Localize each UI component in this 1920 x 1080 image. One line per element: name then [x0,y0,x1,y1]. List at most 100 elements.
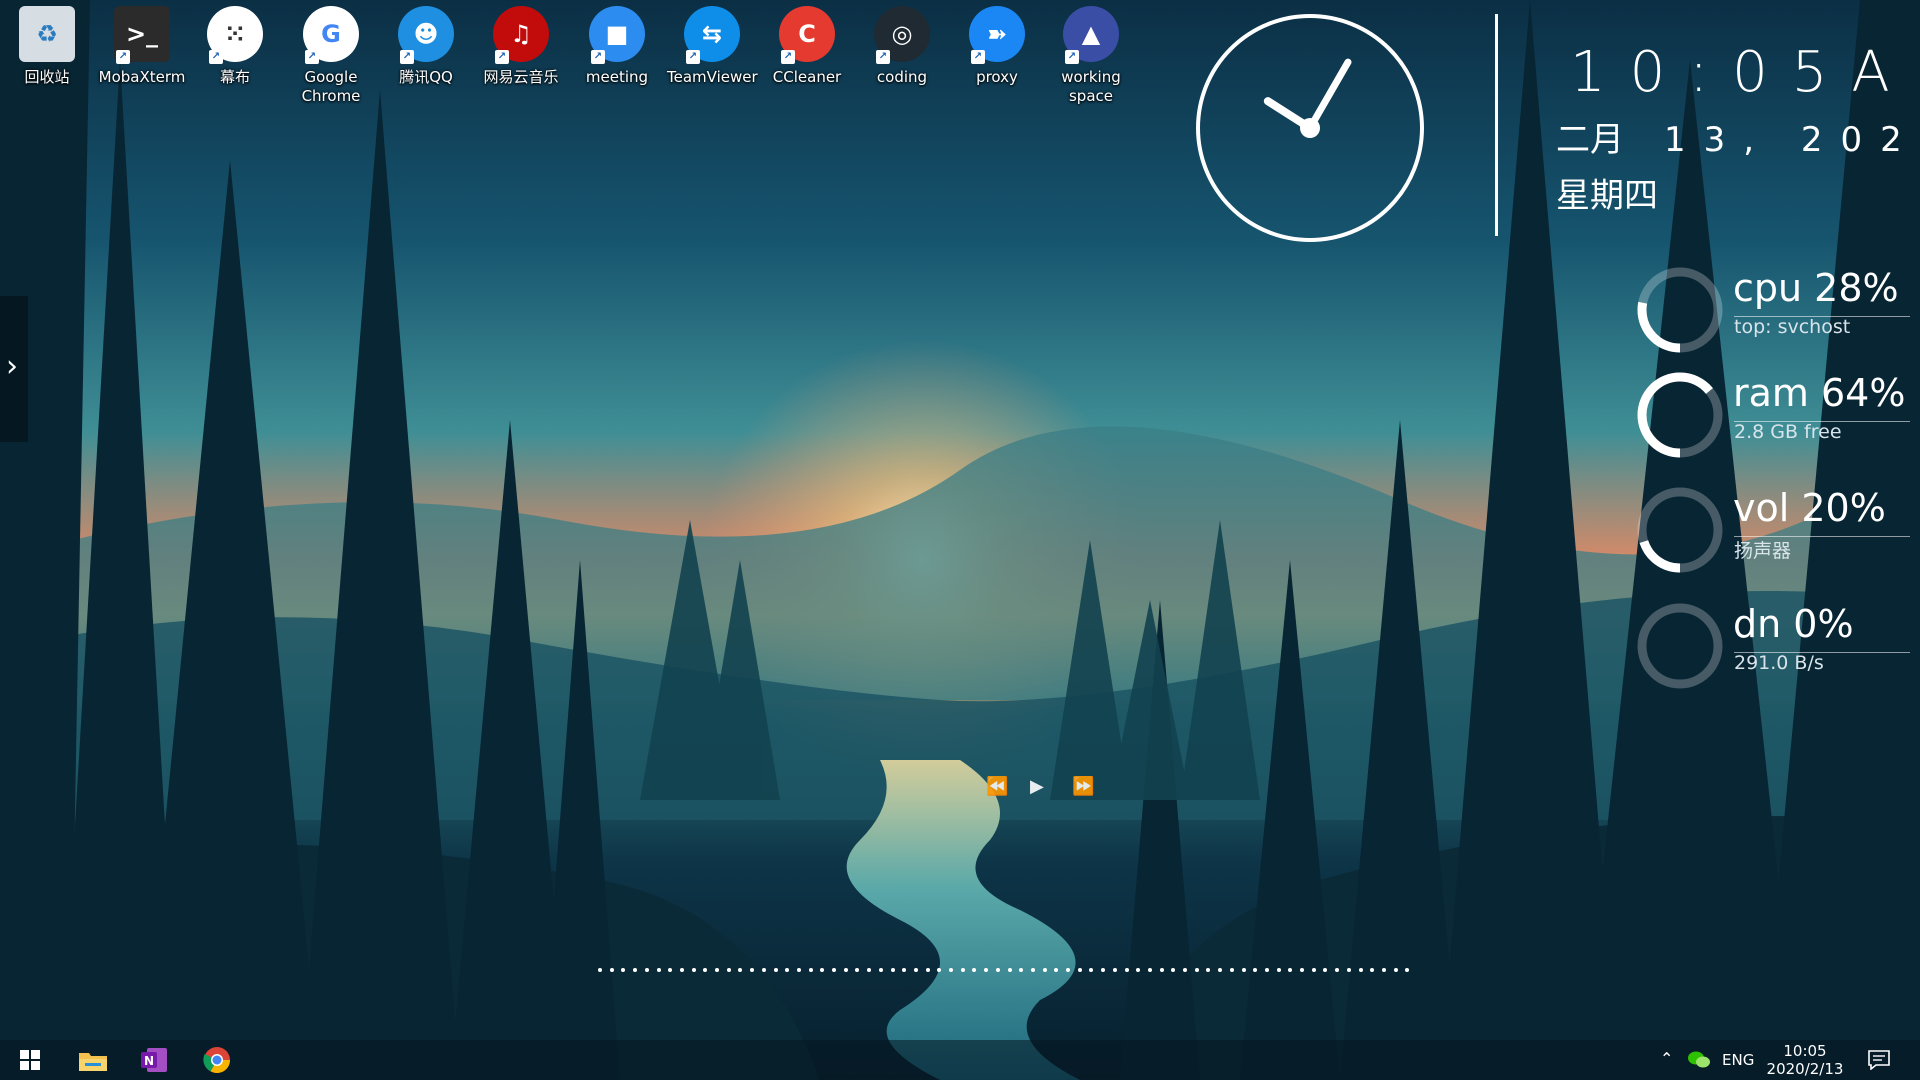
desktop-shortcut-label: 腾讯QQ [399,68,453,86]
visualizer-dot [1288,968,1293,972]
teamviewer-icon: ⇆ ↗ [684,6,740,64]
visualizer-dot [796,968,801,972]
visualizer-dot [949,968,953,972]
cpu-title: cpu 28% [1733,266,1899,310]
visualizer-dot [1264,968,1269,972]
visualizer-dot [1136,968,1141,972]
analog-clock [1196,14,1424,242]
weekday-label: 星期四 [1556,176,1658,216]
desktop-shortcut[interactable]: G ↗ Google Chrome [286,6,376,106]
visualizer-dot [1183,968,1187,972]
visualizer-dot [703,968,708,972]
volume-title: vol 20% [1733,486,1886,530]
shortcut-arrow-icon: ↗ [400,50,414,64]
notification-icon[interactable] [1868,1050,1890,1074]
visualizer-dot [1077,968,1082,972]
visualizer-dot [715,968,719,972]
media-controls: ⏪ ▶ ⏩ [980,776,1100,802]
visualizer-dot [820,968,825,972]
visualizer-dot [726,968,731,972]
desktop-shortcut[interactable]: ◎ ↗ coding [857,6,947,87]
visualizer-dot [1112,968,1117,972]
visualizer-dot [913,968,918,972]
visualizer-dot [1346,968,1351,972]
taskbar-clock[interactable]: 10:05 2020/2/13 [1760,1042,1850,1078]
chevron-up-icon[interactable]: ⌃ [1660,1049,1673,1068]
desktop-shortcut[interactable]: ☻ ↗ 腾讯QQ [381,6,471,87]
workspace-icon: ▲ ↗ [1063,6,1119,64]
visualizer-dot [937,968,942,972]
visualizer-dot [890,968,895,972]
cpu-meter: cpu 28% top: svchost [1630,260,1910,360]
visualizer-dot [691,968,696,972]
volume-ring [1637,487,1723,573]
visualizer-dot [925,968,930,972]
visualizer-dot [843,968,848,972]
visualizer-dot [995,968,1000,972]
visualizer-dot [668,968,673,972]
volume-meter[interactable]: vol 20% 扬声器 [1630,480,1910,580]
next-track-button[interactable]: ⏩ [1072,776,1094,797]
onenote-icon[interactable]: N [131,1040,179,1080]
desktop-shortcut-label: TeamViewer [667,68,758,86]
desktop-shortcut[interactable]: C ↗ CCleaner [762,6,852,87]
digital-time: 10:05AM [1570,40,1920,105]
chrome-icon[interactable] [193,1040,241,1080]
ram-meter: ram 64% 2.8 GB free [1630,365,1910,465]
visualizer-dot [1370,968,1375,972]
side-panel-toggle[interactable]: › [0,296,28,442]
visualizer-dot [867,968,872,972]
desktop-shortcut[interactable]: >_ ↗ MobaXterm [97,6,187,87]
visualizer-dot [1194,968,1199,972]
visualizer-dot [1089,968,1094,972]
wechat-icon[interactable] [1688,1050,1710,1074]
visualizer-dot [1171,968,1176,972]
language-indicator[interactable]: ENG [1722,1051,1754,1069]
visualizer-dot [738,968,743,972]
download-sub: 291.0 B/s [1734,652,1824,674]
visualizer-dot [1066,968,1070,972]
visualizer-dot [1101,968,1106,972]
visualizer-dot [1054,968,1059,972]
visualizer-dot [1019,968,1024,972]
windows-start-icon[interactable] [6,1040,54,1080]
desktop-shortcut[interactable]: ♫ ↗ 网易云音乐 [476,6,566,87]
visualizer-dot [960,968,965,972]
visualizer-dot [785,968,790,972]
download-title: dn 0% [1733,602,1854,646]
visualizer-dot [1311,968,1316,972]
shortcut-arrow-icon: ↗ [209,50,223,64]
desktop-shortcut[interactable]: ■ ↗ meeting [572,6,662,87]
coding-icon: ◎ ↗ [874,6,930,64]
visualizer-dot [679,968,684,972]
visualizer-dot [1124,968,1129,972]
file-explorer-icon[interactable] [69,1040,117,1080]
desktop-shortcut[interactable]: ♻ 回收站 [2,6,92,87]
shortcut-arrow-icon: ↗ [686,50,700,64]
shortcut-arrow-icon: ↗ [116,50,130,64]
play-button[interactable]: ▶ [1030,776,1044,797]
desktop-shortcut-label: working space [1061,68,1121,105]
volume-sub: 扬声器 [1734,540,1792,562]
visualizer-dot [1241,968,1246,972]
desktop-shortcut[interactable]: ⇆ ↗ TeamViewer [667,6,758,87]
previous-track-button[interactable]: ⏪ [986,776,1008,797]
visualizer-dot [1159,968,1164,972]
desktop-shortcut[interactable]: ⁙ ↗ 幕布 [190,6,280,87]
shortcut-arrow-icon: ↗ [591,50,605,64]
visualizer-dot [750,968,755,972]
visualizer-dot [656,968,661,972]
taskbar: N ⌃ ENG 10:05 2020/2/13 [0,1040,1920,1080]
visualizer-dot [878,968,883,972]
desktop-shortcut-label: 幕布 [219,68,250,86]
visualizer-dot [633,968,638,972]
desktop-shortcut[interactable]: ➽ ↗ proxy [952,6,1042,87]
download-ring [1637,603,1723,689]
visualizer-dot [984,968,989,972]
clock-center [1300,118,1320,138]
visualizer-dot [1393,968,1398,972]
shortcut-arrow-icon: ↗ [971,50,985,64]
desktop-shortcut[interactable]: ▲ ↗ working space [1046,6,1136,106]
desktop-shortcut-label: MobaXterm [98,68,186,86]
mobaxterm-icon: >_ ↗ [114,6,170,64]
